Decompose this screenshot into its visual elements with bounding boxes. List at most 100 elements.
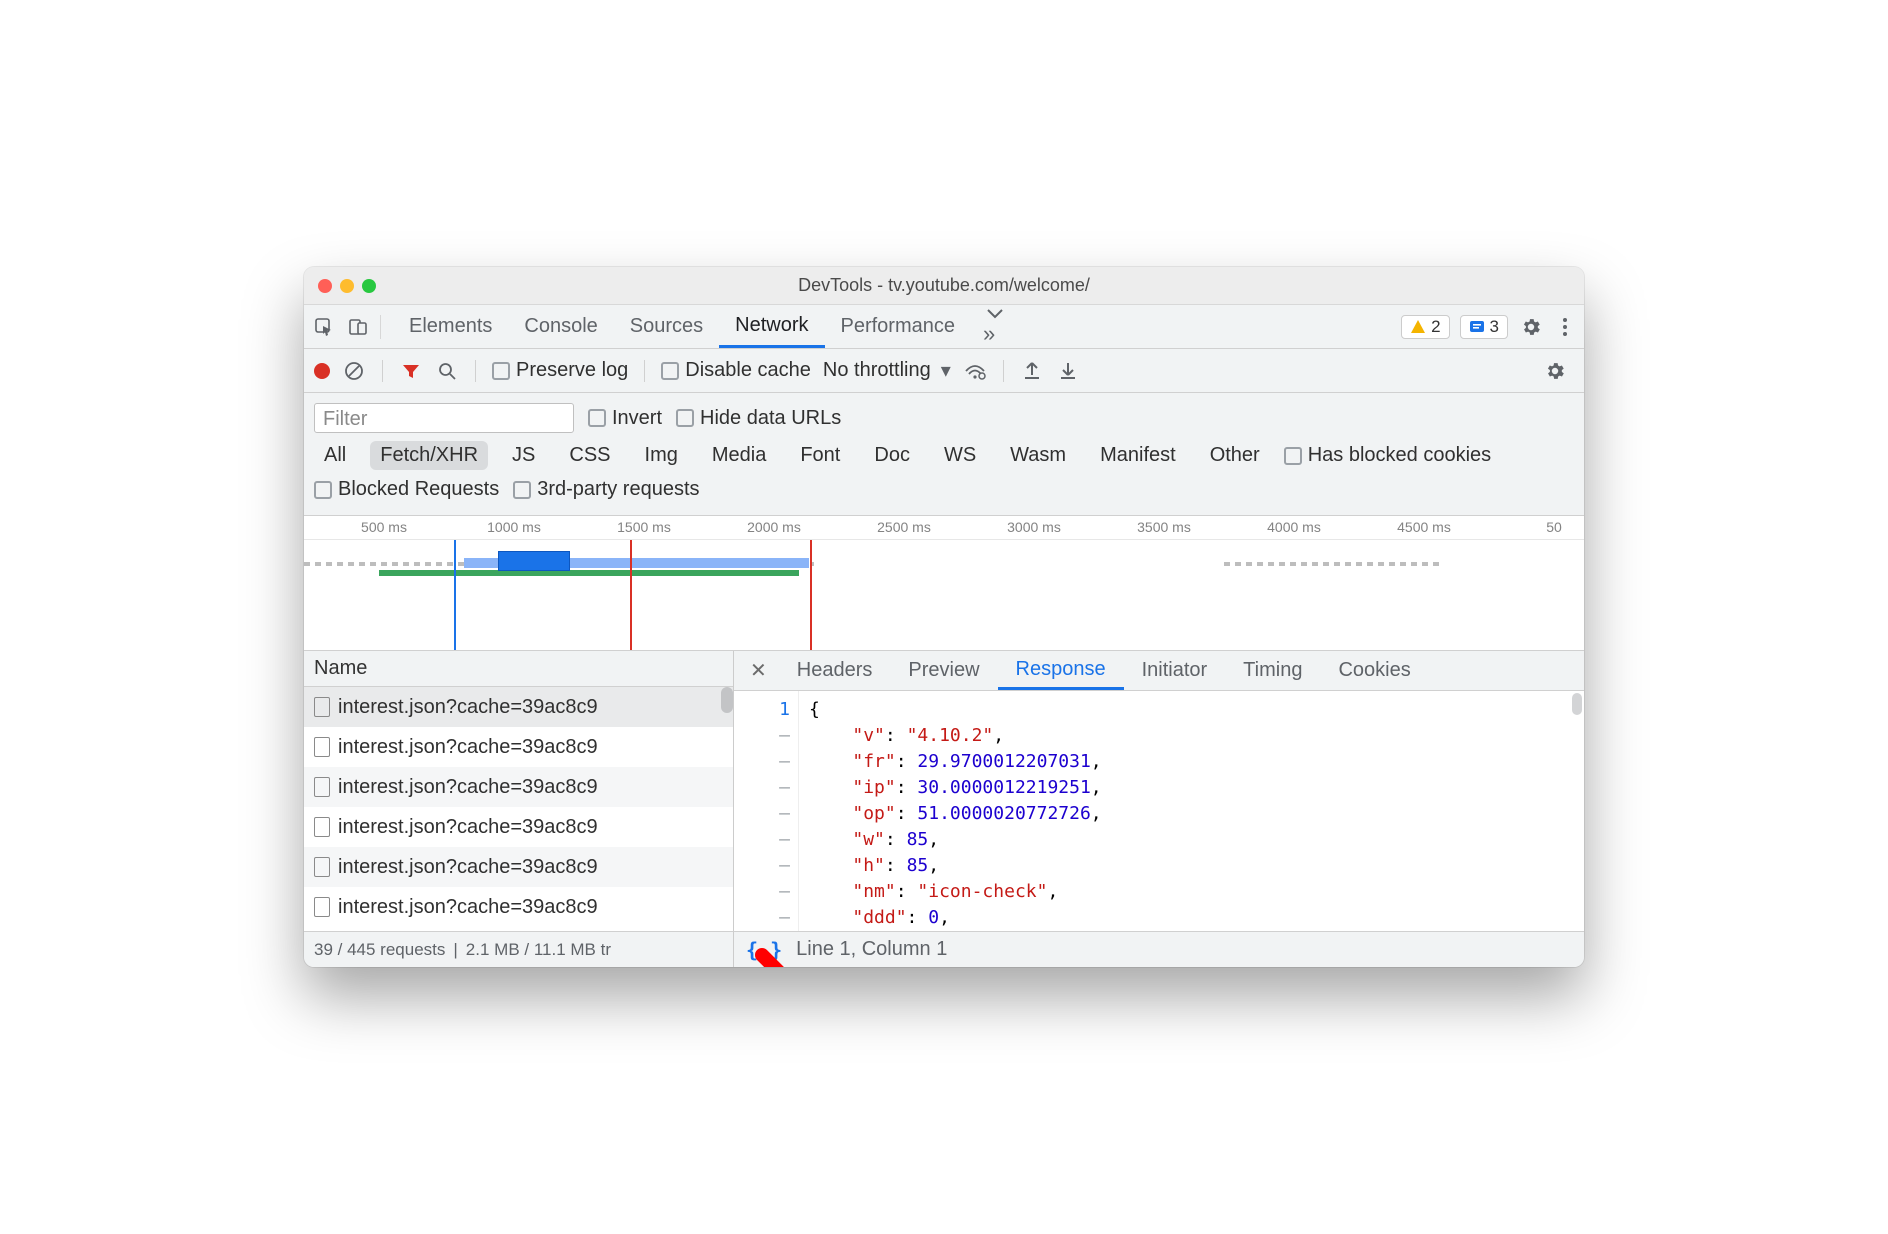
file-icon <box>314 737 330 757</box>
import-har-icon[interactable] <box>1020 359 1044 383</box>
disable-cache-checkbox[interactable]: Disable cache <box>661 359 811 382</box>
filter-type-font[interactable]: Font <box>790 441 850 470</box>
timeline-body[interactable] <box>304 540 1584 650</box>
timeline[interactable]: 500 ms1000 ms1500 ms2000 ms2500 ms3000 m… <box>304 516 1584 651</box>
code-line: "op": 51.0000020772726, <box>809 801 1102 827</box>
filter-type-wasm[interactable]: Wasm <box>1000 441 1076 470</box>
split-pane: Name interest.json?cache=39ac8c9interest… <box>304 651 1584 931</box>
blocked-requests-checkbox[interactable]: Blocked Requests <box>314 478 499 501</box>
timeline-tick: 4500 ms <box>1397 519 1451 535</box>
code-line: "fr": 29.9700012207031, <box>809 749 1102 775</box>
file-icon <box>314 697 330 717</box>
filter-type-all[interactable]: All <box>314 441 356 470</box>
warnings-count: 2 <box>1431 317 1440 337</box>
request-list-pane: Name interest.json?cache=39ac8c9interest… <box>304 651 734 931</box>
timeline-tick: 2500 ms <box>877 519 931 535</box>
tab-console[interactable]: Console <box>508 305 613 348</box>
response-status-bar: { } Line 1, Column 1 <box>734 931 1584 967</box>
filter-type-doc[interactable]: Doc <box>864 441 920 470</box>
request-row[interactable]: interest.json?cache=39ac8c9 <box>304 767 733 807</box>
filter-type-media[interactable]: Media <box>702 441 776 470</box>
filter-type-fetchxhr[interactable]: Fetch/XHR <box>370 441 488 470</box>
code-line: "w": 85, <box>809 827 1102 853</box>
tab-elements[interactable]: Elements <box>393 305 508 348</box>
scrollbar-thumb[interactable] <box>1572 693 1582 715</box>
network-conditions-icon[interactable] <box>963 359 987 383</box>
code-line: "nm": "icon-check", <box>809 879 1102 905</box>
gutter-line: – <box>734 775 790 801</box>
pretty-print-icon[interactable]: { } <box>746 938 782 962</box>
traffic-lights <box>304 279 376 293</box>
invert-checkbox[interactable]: Invert <box>588 407 662 430</box>
minimize-window-button[interactable] <box>340 279 354 293</box>
warnings-badge[interactable]: 2 <box>1401 315 1449 339</box>
network-settings-icon[interactable] <box>1536 360 1574 382</box>
scrollbar-thumb[interactable] <box>721 687 733 713</box>
file-icon <box>314 817 330 837</box>
detail-tab-timing[interactable]: Timing <box>1225 651 1320 690</box>
gutter-line: – <box>734 853 790 879</box>
has-blocked-cookies-checkbox[interactable]: Has blocked cookies <box>1284 444 1491 467</box>
file-icon <box>314 857 330 877</box>
code-line: "v": "4.10.2", <box>809 723 1102 749</box>
tab-network[interactable]: Network <box>719 305 824 348</box>
file-icon <box>314 777 330 797</box>
info-badge[interactable]: 3 <box>1460 315 1508 339</box>
devtools-window: DevTools - tv.youtube.com/welcome/ Eleme… <box>304 267 1584 967</box>
detail-tab-cookies[interactable]: Cookies <box>1320 651 1428 690</box>
third-party-checkbox[interactable]: 3rd-party requests <box>513 478 699 501</box>
request-row[interactable]: interest.json?cache=39ac8c9 <box>304 887 733 927</box>
close-detail-icon[interactable]: ✕ <box>738 658 779 683</box>
filter-type-ws[interactable]: WS <box>934 441 986 470</box>
detail-tab-headers[interactable]: Headers <box>779 651 891 690</box>
more-tabs-icon[interactable]: » <box>975 307 1015 347</box>
detail-tab-response[interactable]: Response <box>998 651 1124 690</box>
timeline-tick: 50 <box>1546 519 1562 535</box>
search-icon[interactable] <box>435 359 459 383</box>
toggle-device-toolbar-icon[interactable] <box>346 315 370 339</box>
code-line: { <box>809 697 1102 723</box>
close-window-button[interactable] <box>318 279 332 293</box>
request-list-header[interactable]: Name <box>304 651 733 687</box>
detail-tab-initiator[interactable]: Initiator <box>1124 651 1226 690</box>
clear-icon[interactable] <box>342 359 366 383</box>
inspect-element-icon[interactable] <box>312 315 336 339</box>
record-button[interactable] <box>314 363 330 379</box>
filter-icon[interactable] <box>399 359 423 383</box>
timeline-tick: 2000 ms <box>747 519 801 535</box>
settings-icon[interactable] <box>1512 316 1550 338</box>
tab-sources[interactable]: Sources <box>614 305 719 348</box>
timeline-tick: 1500 ms <box>617 519 671 535</box>
tab-performance[interactable]: Performance <box>825 305 972 348</box>
filter-type-js[interactable]: JS <box>502 441 545 470</box>
gutter-line: – <box>734 879 790 905</box>
request-row[interactable]: interest.json?cache=39ac8c9 <box>304 847 733 887</box>
request-row[interactable]: interest.json?cache=39ac8c9 <box>304 727 733 767</box>
more-options-icon[interactable] <box>1554 317 1576 337</box>
hide-data-urls-checkbox[interactable]: Hide data URLs <box>676 407 841 430</box>
request-row[interactable]: interest.json?cache=39ac8c9 <box>304 687 733 727</box>
code-line: "ip": 30.0000012219251, <box>809 775 1102 801</box>
timeline-tick: 500 ms <box>361 519 407 535</box>
gutter-line: – <box>734 749 790 775</box>
filter-panel: Filter Invert Hide data URLs All Fetch/XH… <box>304 393 1584 516</box>
filter-type-img[interactable]: Img <box>635 441 688 470</box>
timeline-tick: 3500 ms <box>1137 519 1191 535</box>
request-row[interactable]: interest.json?cache=39ac8c9 <box>304 807 733 847</box>
gutter-line: 1 <box>734 697 790 723</box>
info-count: 3 <box>1490 317 1499 337</box>
request-list[interactable]: interest.json?cache=39ac8c9interest.json… <box>304 687 733 931</box>
filter-type-other[interactable]: Other <box>1200 441 1270 470</box>
export-har-icon[interactable] <box>1056 359 1080 383</box>
filter-type-manifest[interactable]: Manifest <box>1090 441 1186 470</box>
response-viewer[interactable]: 1–––––––– { "v": "4.10.2", "fr": 29.9700… <box>734 691 1584 931</box>
filter-input[interactable]: Filter <box>314 403 574 433</box>
zoom-window-button[interactable] <box>362 279 376 293</box>
filter-type-css[interactable]: CSS <box>559 441 620 470</box>
timeline-tick: 3000 ms <box>1007 519 1061 535</box>
throttling-select[interactable]: No throttling ▾ <box>823 358 951 383</box>
code-line: "h": 85, <box>809 853 1102 879</box>
preserve-log-checkbox[interactable]: Preserve log <box>492 359 628 382</box>
detail-tab-preview[interactable]: Preview <box>890 651 997 690</box>
gutter-line: – <box>734 723 790 749</box>
